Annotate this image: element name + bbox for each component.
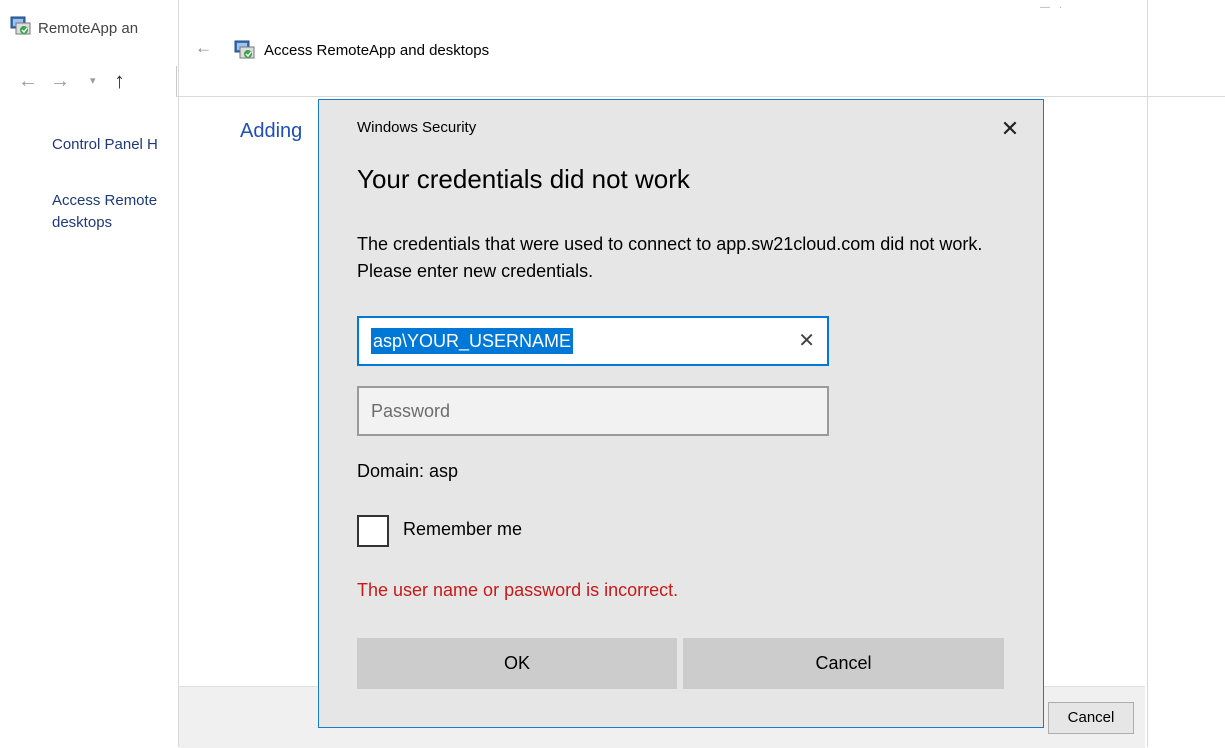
remember-me-label[interactable]: Remember me	[403, 519, 522, 540]
username-value: asp\YOUR_USERNAME	[371, 328, 574, 354]
clear-icon[interactable]: ✕	[798, 328, 815, 354]
address-bar-edge	[176, 66, 177, 96]
wizard-cancel-button[interactable]: Cancel	[1048, 702, 1134, 734]
password-input[interactable]	[359, 388, 827, 434]
ok-button[interactable]: OK	[357, 638, 677, 689]
error-message: The user name or password is incorrect.	[357, 580, 679, 600]
dialog-heading: Your credentials did not work	[357, 164, 690, 194]
window-title: RemoteApp an	[38, 20, 139, 37]
password-field[interactable]	[357, 386, 829, 436]
remoteapp-icon	[234, 40, 255, 59]
remember-me-checkbox[interactable]	[357, 515, 389, 547]
username-field[interactable]: asp\YOUR_USERNAME ✕	[357, 316, 829, 366]
sidebar-item-control-panel-home[interactable]: Control Panel H	[52, 134, 158, 156]
back-arrow-icon[interactable]: ←	[18, 70, 38, 93]
address-bar-divider	[176, 96, 1225, 97]
windows-security-dialog: Windows Security ✕ Your credentials did …	[318, 99, 1044, 728]
wizard-heading: Adding	[240, 120, 303, 142]
remoteapp-icon	[10, 16, 31, 35]
window-controls[interactable]: — ·	[1040, 2, 1065, 13]
wizard-back-arrow-icon[interactable]: ←	[195, 38, 212, 58]
forward-arrow-icon[interactable]: →	[50, 70, 70, 93]
sidebar-item-access-remoteapp[interactable]: Access Remote desktops	[52, 190, 182, 234]
cancel-button[interactable]: Cancel	[683, 638, 1004, 689]
dialog-message: The credentials that were used to connec…	[357, 234, 983, 281]
up-arrow-icon[interactable]: ↑	[114, 68, 125, 94]
close-icon[interactable]: ✕	[995, 114, 1025, 144]
dialog-caption: Windows Security	[357, 119, 477, 136]
domain-text: Domain: asp	[357, 461, 459, 481]
recent-chevron-icon[interactable]: ▾	[90, 74, 96, 87]
wizard-title: Access RemoteApp and desktops	[264, 42, 490, 59]
